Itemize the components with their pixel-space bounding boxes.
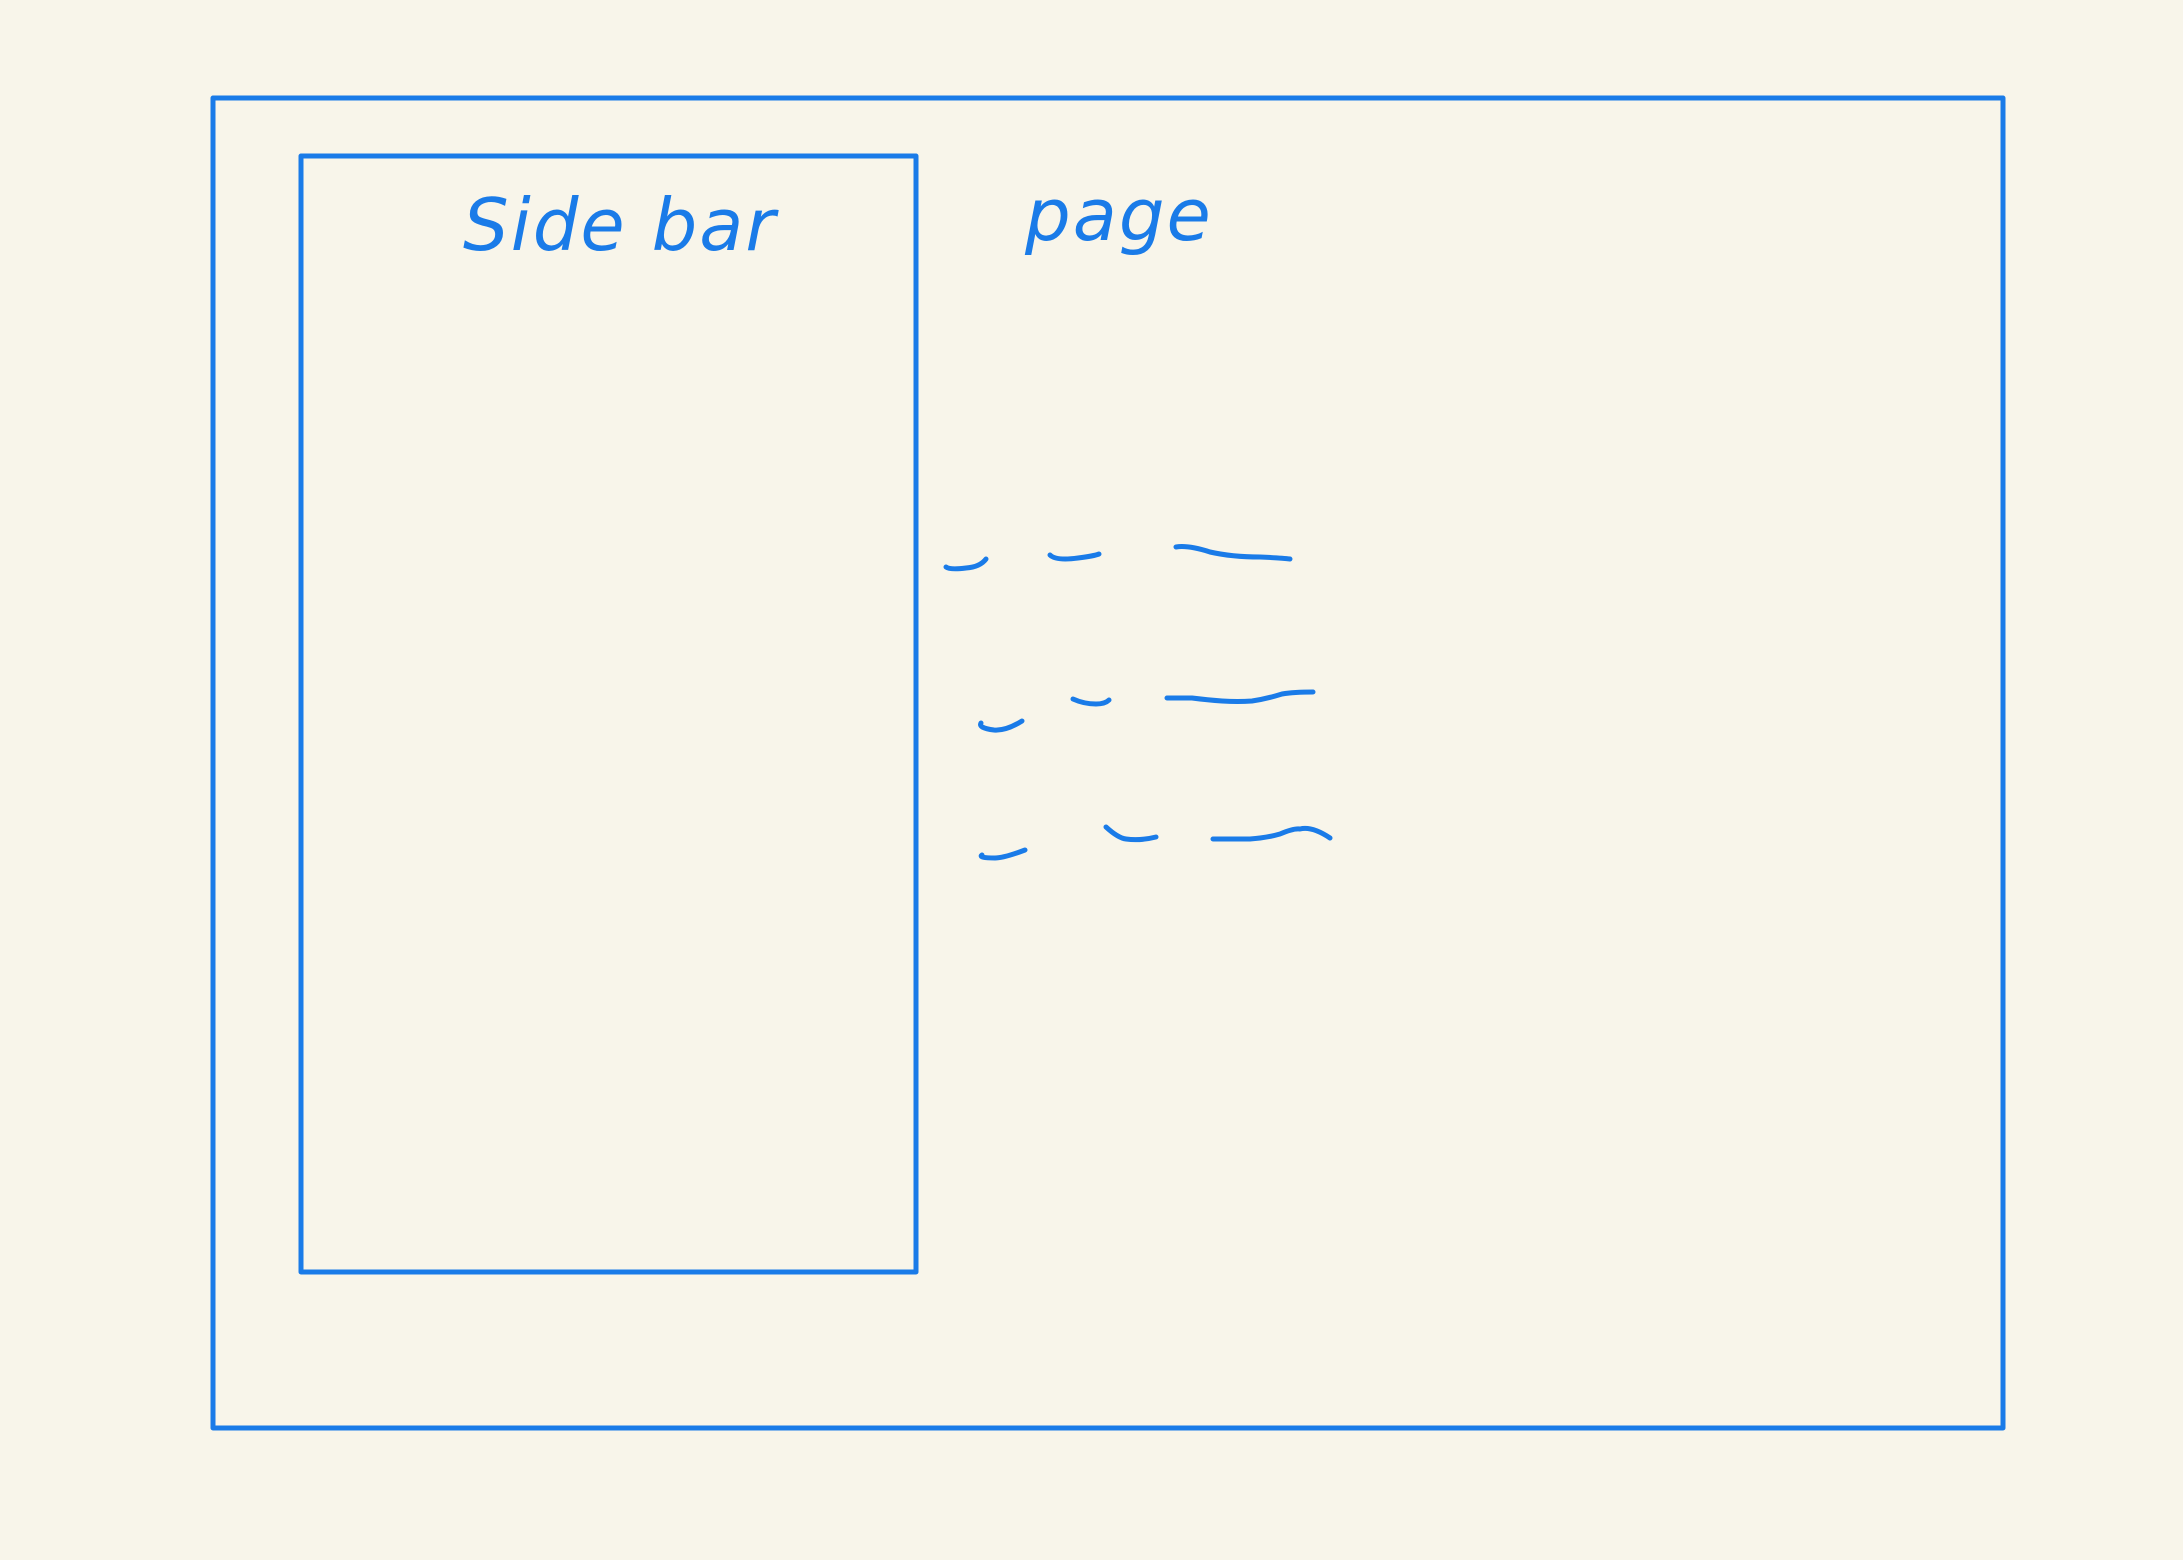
placeholder-line-segment — [1047, 551, 1102, 562]
placeholder-line-segment — [978, 847, 1028, 861]
wireframe-sketch: Side bar page — [210, 95, 2006, 1431]
placeholder-line-segment — [943, 556, 989, 572]
page-label: page — [1024, 173, 1213, 257]
placeholder-line-segment — [1164, 689, 1316, 704]
placeholder-line-segment — [978, 718, 1025, 733]
sidebar-box — [298, 153, 919, 1275]
placeholder-line-segment — [1103, 824, 1159, 843]
outer-window-frame — [210, 95, 2006, 1431]
placeholder-line-segment — [1070, 696, 1112, 707]
placeholder-line-segment — [1173, 544, 1293, 562]
sidebar-label: Side bar — [463, 183, 779, 267]
placeholder-line-segment — [1210, 825, 1333, 842]
placeholder-lines — [943, 544, 1333, 861]
